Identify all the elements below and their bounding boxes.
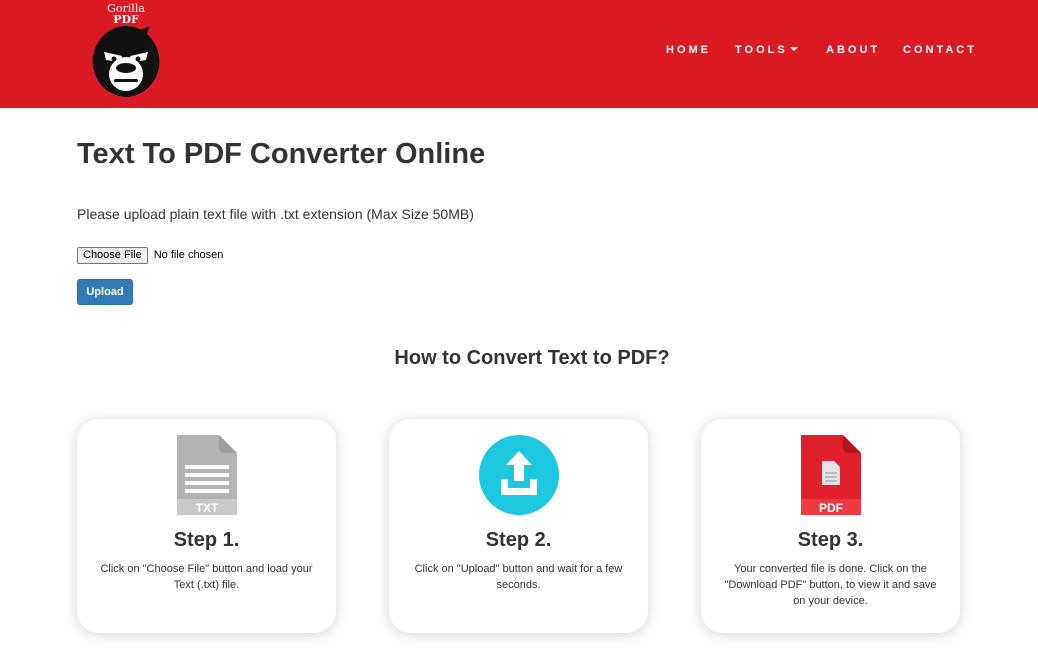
nav-about-link[interactable]: ABOUT — [826, 44, 880, 60]
step-3-text: Your converted file is done. Click on th… — [724, 563, 937, 607]
step-2-text: Click on "Upload" button and wait for a … — [414, 563, 623, 591]
upload-icon — [479, 435, 559, 515]
txt-icon-label: TXT — [196, 501, 219, 515]
gorilla-head-icon — [92, 26, 160, 97]
step-card-3: PDF Step 3. Your converted file is done.… — [701, 419, 960, 633]
nav-tools-label: TOOLS — [735, 44, 788, 56]
nav-contact-link[interactable]: CONTACT — [903, 44, 977, 60]
caret-down-icon — [789, 47, 798, 51]
step-3-title: Step 3. — [797, 529, 864, 551]
step-card-1: TXT Step 1. Click on "Choose File" butto… — [77, 419, 336, 633]
top-navbar: Gorilla PDF HOME TOOLS ABOUT CONTACT — [0, 0, 1038, 108]
nav-home-link[interactable]: HOME — [666, 44, 711, 60]
nav-tools-dropdown[interactable]: TOOLS — [735, 44, 798, 60]
pdf-icon-label: PDF — [819, 501, 843, 515]
brand-logo[interactable]: Gorilla PDF — [90, 2, 162, 102]
page-title: Text To PDF Converter Online — [77, 138, 486, 170]
step-2-title: Step 2. — [485, 529, 552, 551]
upload-button[interactable]: Upload — [77, 279, 133, 305]
howto-title: How to Convert Text to PDF? — [394, 347, 670, 369]
step-1-title: Step 1. — [173, 529, 240, 551]
step-card-2: Step 2. Click on "Upload" button and wai… — [389, 419, 648, 633]
choose-file-button[interactable]: Choose File — [77, 246, 148, 264]
upload-instructions: Please upload plain text file with .txt … — [77, 206, 474, 222]
file-input: Choose File No file chosen — [77, 246, 223, 264]
step-1-text: Click on "Choose File" button and load y… — [100, 563, 313, 591]
file-status-text: No file chosen — [153, 249, 224, 261]
txt-file-icon: TXT — [177, 435, 237, 515]
pdf-file-icon: PDF — [801, 435, 861, 515]
